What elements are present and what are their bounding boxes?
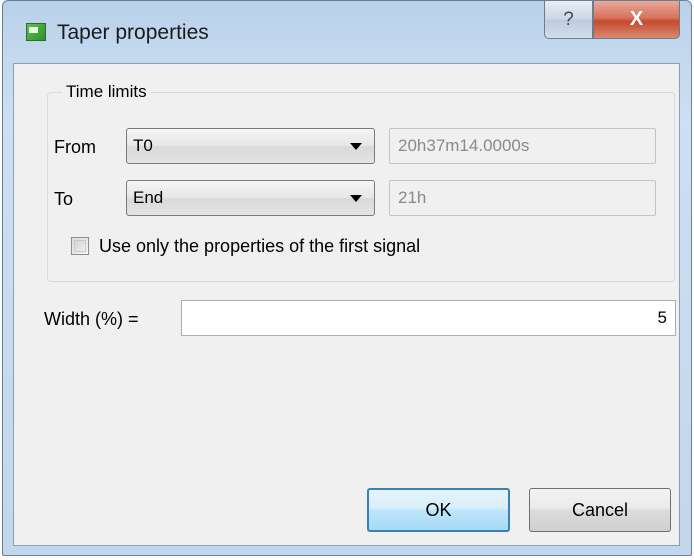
to-label: To xyxy=(54,189,74,209)
time-limits-title: Time limits xyxy=(62,82,151,102)
to-combobox[interactable]: End xyxy=(126,180,375,216)
dialog-body: Time limits From T0 20h37m14.0000s To En… xyxy=(13,63,680,546)
to-time-value: 21h xyxy=(398,188,427,207)
close-button[interactable]: X xyxy=(593,1,680,39)
width-value: 5 xyxy=(657,308,667,327)
dropdown-arrow-icon xyxy=(350,143,362,150)
width-label: Width (%) = xyxy=(44,309,139,329)
title-bar[interactable]: Taper properties ? X xyxy=(3,1,691,63)
first-signal-checkbox[interactable] xyxy=(71,237,89,255)
cancel-button[interactable]: Cancel xyxy=(529,488,671,532)
help-button[interactable]: ? xyxy=(544,1,593,39)
question-mark-icon: ? xyxy=(563,8,574,30)
from-time-field: 20h37m14.0000s xyxy=(389,128,656,164)
page: Taper properties ? X Time limits From T0… xyxy=(0,0,694,560)
dropdown-arrow-icon xyxy=(350,195,362,202)
from-selected: T0 xyxy=(133,136,153,155)
app-icon xyxy=(26,23,46,41)
ok-button[interactable]: OK xyxy=(367,488,510,532)
to-time-field: 21h xyxy=(389,180,656,216)
close-icon: X xyxy=(629,8,644,30)
dialog-window: Taper properties ? X Time limits From T0… xyxy=(2,0,692,556)
from-combobox[interactable]: T0 xyxy=(126,128,375,164)
from-label: From xyxy=(54,137,96,157)
width-input[interactable]: 5 xyxy=(181,300,676,336)
first-signal-checkbox-label[interactable]: Use only the properties of the first sig… xyxy=(99,236,420,257)
window-title: Taper properties xyxy=(57,21,209,44)
to-selected: End xyxy=(133,188,164,207)
from-time-value: 20h37m14.0000s xyxy=(398,136,530,155)
